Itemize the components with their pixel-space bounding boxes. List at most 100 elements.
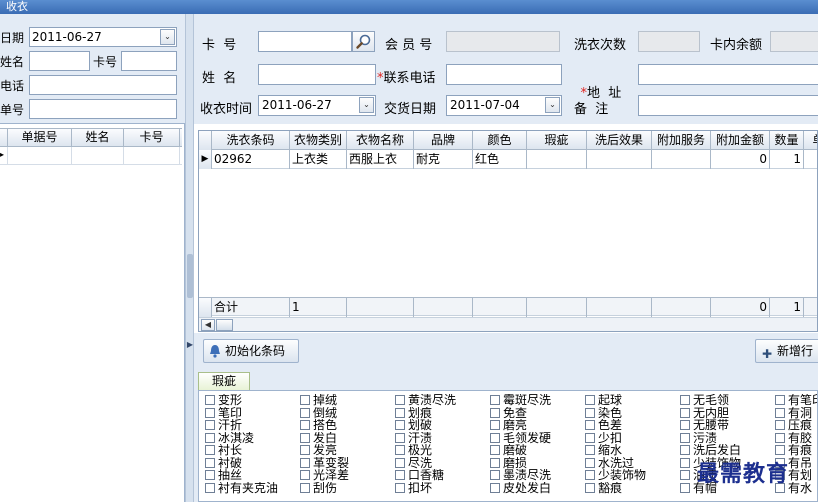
defect-checkbox-item[interactable]: 衬有夹克油	[205, 482, 300, 495]
defect-checkbox-item[interactable]: 衬长	[205, 444, 300, 457]
defect-checkbox-item[interactable]: 掉绒	[300, 394, 395, 407]
col-quantity[interactable]: 数量	[770, 131, 804, 150]
defect-checkbox-item[interactable]: 霉斑尽洗	[490, 394, 585, 407]
defect-checkbox-item[interactable]: 无腰带	[680, 419, 775, 432]
defect-checkbox-item[interactable]: 极光	[395, 444, 490, 457]
cell-clothes-name[interactable]: 西服上衣	[347, 150, 414, 169]
defect-checkbox[interactable]	[395, 432, 405, 443]
defect-checkbox[interactable]	[205, 395, 215, 406]
splitter-grip[interactable]	[187, 254, 193, 298]
defect-checkbox-item[interactable]: 衬破	[205, 457, 300, 470]
defect-checkbox-item[interactable]: 磨损	[490, 457, 585, 470]
col-barcode[interactable]: 洗衣条码	[212, 131, 290, 150]
card-search-button[interactable]	[352, 31, 375, 52]
defect-checkbox[interactable]	[490, 432, 500, 443]
defect-checkbox-item[interactable]: 搭色	[300, 419, 395, 432]
defect-checkbox[interactable]	[680, 420, 690, 431]
collapse-arrow-icon[interactable]: ▶	[186, 340, 194, 349]
col-amount[interactable]: 附加金额	[711, 131, 770, 150]
defect-checkbox-item[interactable]: 冰淇凌	[205, 432, 300, 445]
cell-defect[interactable]	[527, 150, 587, 169]
receive-time-input[interactable]: 2011-06-27 ⌄	[258, 95, 376, 116]
defect-checkbox[interactable]	[300, 482, 310, 493]
defect-checkbox[interactable]	[680, 432, 690, 443]
cell-effect[interactable]	[587, 150, 652, 169]
defect-checkbox-item[interactable]: 免查	[490, 407, 585, 420]
defect-checkbox[interactable]	[395, 395, 405, 406]
col-order-no[interactable]: 单据号	[8, 129, 72, 146]
defect-checkbox-item[interactable]: 磨破	[490, 444, 585, 457]
defect-checkbox[interactable]	[490, 482, 500, 493]
defect-checkbox-item[interactable]: 少扣	[585, 432, 680, 445]
defect-checkbox-item[interactable]: 色差	[585, 419, 680, 432]
defect-checkbox[interactable]	[585, 482, 595, 493]
defect-checkbox-item[interactable]: 污渍	[680, 432, 775, 445]
defect-checkbox-item[interactable]: 有胶	[775, 432, 817, 445]
col-brand[interactable]: 品牌	[414, 131, 473, 150]
defect-checkbox[interactable]	[585, 445, 595, 456]
cell-color[interactable]: 红色	[473, 150, 527, 169]
defect-checkbox-item[interactable]: 革变裂	[300, 457, 395, 470]
defect-checkbox-item[interactable]: 笔印	[205, 407, 300, 420]
defect-checkbox-item[interactable]: 光泽差	[300, 469, 395, 482]
cell-service[interactable]	[652, 150, 711, 169]
defect-checkbox[interactable]	[775, 420, 785, 431]
delivery-date-dropdown-icon[interactable]: ⌄	[545, 97, 560, 113]
defect-checkbox-item[interactable]: 有痕	[775, 444, 817, 457]
defect-checkbox[interactable]	[205, 407, 215, 418]
member-no-input[interactable]	[446, 31, 560, 52]
defect-checkbox-item[interactable]: 染色	[585, 407, 680, 420]
defect-checkbox[interactable]	[680, 395, 690, 406]
defect-checkbox-item[interactable]: 扣坏	[395, 482, 490, 495]
col-service[interactable]: 附加服务	[652, 131, 711, 150]
delivery-date-input[interactable]: 2011-07-04 ⌄	[446, 95, 562, 116]
defect-checkbox-item[interactable]: 汗渍	[395, 432, 490, 445]
defect-checkbox-item[interactable]: 皮处发白	[490, 482, 585, 495]
phone-input[interactable]	[29, 75, 177, 95]
defect-checkbox[interactable]	[585, 407, 595, 418]
defect-checkbox-item[interactable]: 发白	[300, 432, 395, 445]
defect-checkbox[interactable]	[680, 445, 690, 456]
defect-checkbox[interactable]	[395, 457, 405, 468]
defect-checkbox[interactable]	[490, 470, 500, 481]
cell-category[interactable]: 上衣类	[290, 150, 347, 169]
defect-checkbox-item[interactable]: 刮伤	[300, 482, 395, 495]
defect-checkbox[interactable]	[395, 420, 405, 431]
defect-checkbox-item[interactable]: 豁痕	[585, 482, 680, 495]
col-extra[interactable]: 单	[804, 131, 817, 150]
name-input[interactable]	[29, 51, 90, 71]
defect-checkbox[interactable]	[680, 470, 690, 481]
defect-checkbox[interactable]	[775, 407, 785, 418]
defect-checkbox-item[interactable]: 毛领发硬	[490, 432, 585, 445]
defect-checkbox[interactable]	[490, 407, 500, 418]
defect-checkbox-item[interactable]: 有洞	[775, 407, 817, 420]
date-input[interactable]: 2011-06-27 ⌄	[29, 27, 177, 47]
defect-checkbox[interactable]	[395, 445, 405, 456]
defect-checkbox[interactable]	[395, 407, 405, 418]
defect-checkbox[interactable]	[205, 420, 215, 431]
defect-checkbox[interactable]	[490, 420, 500, 431]
defect-checkbox[interactable]	[490, 457, 500, 468]
card-no-input[interactable]	[258, 31, 352, 52]
receive-date-dropdown-icon[interactable]: ⌄	[359, 97, 374, 113]
contact-phone-input[interactable]	[446, 64, 562, 85]
defect-checkbox[interactable]	[205, 445, 215, 456]
col-defect[interactable]: 瑕疵	[527, 131, 587, 150]
col-clothes-name[interactable]: 衣物名称	[347, 131, 414, 150]
defect-checkbox-item[interactable]: 无毛领	[680, 394, 775, 407]
cell-brand[interactable]: 耐克	[414, 150, 473, 169]
defect-checkbox-item[interactable]: 洗后发白	[680, 444, 775, 457]
defect-checkbox-item[interactable]: 尽洗	[395, 457, 490, 470]
defect-checkbox-item[interactable]: 变形	[205, 394, 300, 407]
defect-checkbox[interactable]	[300, 457, 310, 468]
order-list-row[interactable]: ▸	[0, 147, 182, 165]
date-dropdown-icon[interactable]: ⌄	[160, 29, 175, 45]
defect-checkbox-item[interactable]: 黄渍尽洗	[395, 394, 490, 407]
tab-defects[interactable]: 瑕疵	[198, 372, 250, 390]
add-row-button[interactable]: ✚ 新增行	[755, 339, 818, 363]
col-effect[interactable]: 洗后效果	[587, 131, 652, 150]
init-barcode-button[interactable]: 初始化条码	[203, 339, 299, 363]
defect-checkbox-item[interactable]: 水洗过	[585, 457, 680, 470]
defect-checkbox[interactable]	[490, 395, 500, 406]
col-color[interactable]: 颜色	[473, 131, 527, 150]
